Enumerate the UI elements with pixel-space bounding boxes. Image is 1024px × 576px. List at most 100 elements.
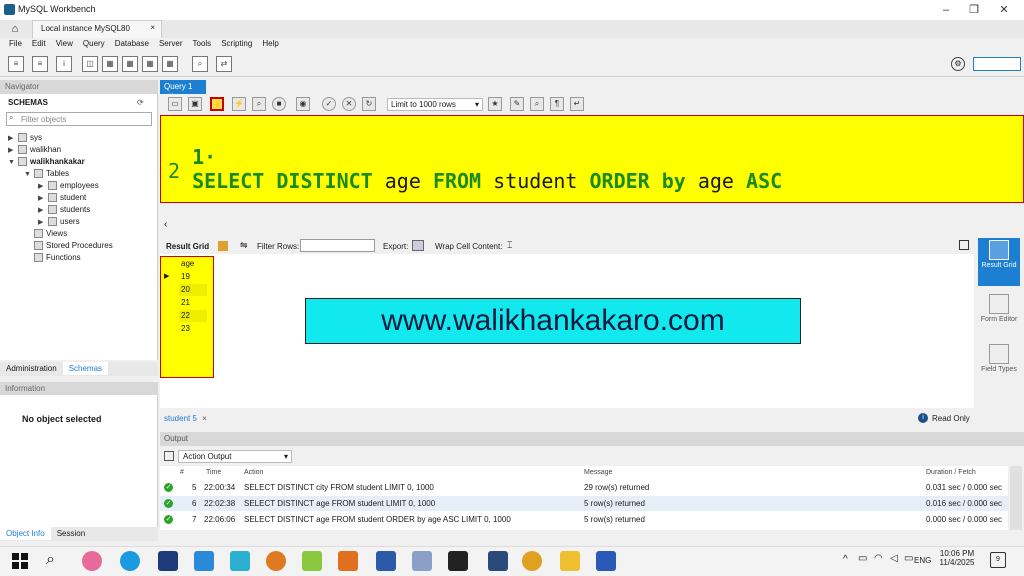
- open-sql-script-icon[interactable]: ≡: [32, 56, 48, 72]
- file-explorer-icon[interactable]: [560, 551, 580, 571]
- volume-icon[interactable]: ◁: [890, 553, 898, 564]
- field-types-button[interactable]: Field Types: [978, 342, 1020, 373]
- table-row[interactable]: 22: [179, 310, 207, 322]
- toggle-error-icon[interactable]: ◉: [296, 97, 310, 111]
- expand-icon[interactable]: ▶: [38, 206, 48, 214]
- minimize-button[interactable]: –: [932, 2, 960, 18]
- create-schema-icon[interactable]: ◫: [82, 56, 98, 72]
- table-students[interactable]: ▶ students: [38, 205, 90, 215]
- chevron-left-icon[interactable]: ‹: [164, 219, 167, 230]
- table-row[interactable]: ✓ 6 22:02:38 SELECT DISTINCT age FROM st…: [160, 496, 1008, 511]
- execute-icon[interactable]: ⚡: [210, 97, 224, 111]
- settings-icon[interactable]: ⚙: [951, 57, 965, 71]
- result-tab[interactable]: student 5 ×: [164, 414, 207, 423]
- notification-icon[interactable]: 9: [990, 552, 1006, 568]
- filter-objects-input[interactable]: Filter objects: [6, 112, 152, 126]
- menu-view[interactable]: View: [51, 38, 78, 52]
- menu-tools[interactable]: Tools: [188, 38, 217, 52]
- create-procedure-icon[interactable]: ▦: [142, 56, 158, 72]
- vegas-icon[interactable]: [158, 551, 178, 571]
- table-student[interactable]: ▶ student: [38, 193, 86, 203]
- table-employees[interactable]: ▶ employees: [38, 181, 99, 191]
- inspector-icon[interactable]: i: [56, 56, 72, 72]
- vscode-icon[interactable]: [194, 551, 214, 571]
- menu-help[interactable]: Help: [257, 38, 283, 52]
- schema-walikhankakar[interactable]: ▼ walikhankakar: [8, 157, 85, 167]
- functions-folder[interactable]: Functions: [34, 253, 81, 263]
- app-icon[interactable]: [230, 551, 250, 571]
- chrome-icon[interactable]: [522, 551, 542, 571]
- tab-administration[interactable]: Administration: [0, 362, 63, 375]
- output-type-select[interactable]: Action Output ▾: [178, 450, 292, 463]
- beautify-icon[interactable]: ✎: [510, 97, 524, 111]
- menu-file[interactable]: File: [4, 38, 27, 52]
- table-row[interactable]: ✓ 5 22:00:34 SELECT DISTINCT city FROM s…: [160, 480, 1008, 495]
- add-snippet-icon[interactable]: ★: [488, 97, 502, 111]
- powershell-icon[interactable]: [376, 551, 396, 571]
- home-icon[interactable]: ⌂: [4, 21, 26, 37]
- schema-sys[interactable]: ▶ sys: [8, 133, 42, 143]
- auto-commit-icon[interactable]: ↻: [362, 97, 376, 111]
- reconnect-icon[interactable]: ⇄: [216, 56, 232, 72]
- table-users[interactable]: ▶ users: [38, 217, 80, 227]
- wrap-cell-icon[interactable]: ⌶: [507, 240, 512, 251]
- tab-query-1[interactable]: Query 1 ×: [160, 80, 206, 100]
- output-scrollbar[interactable]: [1010, 466, 1022, 530]
- firefox-icon[interactable]: [266, 551, 286, 571]
- layout-toggle-icon[interactable]: [973, 57, 1021, 71]
- create-function-icon[interactable]: ▦: [162, 56, 178, 72]
- expand-icon[interactable]: ▶: [8, 146, 18, 154]
- grid-icon[interactable]: [218, 241, 228, 251]
- windows-start-icon[interactable]: [12, 553, 28, 569]
- tab-session[interactable]: Session: [51, 527, 91, 540]
- stop-icon[interactable]: ■: [272, 97, 286, 111]
- network-icon[interactable]: ▭: [858, 553, 867, 564]
- search-table-data-icon[interactable]: ⌕: [192, 56, 208, 72]
- word-icon[interactable]: [596, 551, 616, 571]
- close-icon[interactable]: ×: [150, 23, 155, 32]
- edge-icon[interactable]: [120, 551, 140, 571]
- close-button[interactable]: ✕: [990, 2, 1018, 18]
- menu-query[interactable]: Query: [78, 38, 110, 52]
- limit-rows-select[interactable]: Limit to 1000 rows ▾: [387, 98, 483, 111]
- table-row[interactable]: 23: [179, 323, 207, 335]
- result-grid-button[interactable]: Result Grid: [978, 238, 1020, 286]
- app-icon[interactable]: [412, 551, 432, 571]
- copy-icon[interactable]: [164, 451, 174, 461]
- search-icon[interactable]: ⌕: [46, 551, 55, 569]
- table-row[interactable]: 20: [179, 284, 207, 296]
- save-icon[interactable]: ▣: [188, 97, 202, 111]
- expand-icon[interactable]: ▶: [38, 218, 48, 226]
- menu-scripting[interactable]: Scripting: [216, 38, 257, 52]
- menu-database[interactable]: Database: [110, 38, 154, 52]
- menu-edit[interactable]: Edit: [27, 38, 51, 52]
- views-folder[interactable]: Views: [34, 229, 67, 239]
- table-row[interactable]: 19: [179, 271, 207, 283]
- menu-server[interactable]: Server: [154, 38, 188, 52]
- expand-icon[interactable]: ▶: [8, 134, 18, 142]
- schema-walikhan[interactable]: ▶ walikhan: [8, 145, 61, 155]
- invisible-chars-icon[interactable]: ¶: [550, 97, 564, 111]
- new-sql-tab-icon[interactable]: ≡: [8, 56, 24, 72]
- tab-schemas[interactable]: Schemas: [62, 362, 109, 375]
- tab-object-info[interactable]: Object Info: [0, 527, 51, 540]
- table-row[interactable]: 21: [179, 297, 207, 309]
- stored-procedures-folder[interactable]: Stored Procedures: [34, 241, 113, 251]
- find-icon[interactable]: ⌕: [530, 97, 544, 111]
- wrap-lines-icon[interactable]: ↵: [570, 97, 584, 111]
- create-table-icon[interactable]: ▦: [102, 56, 118, 72]
- restore-button[interactable]: ❐: [960, 2, 988, 18]
- create-view-icon[interactable]: ▦: [122, 56, 138, 72]
- close-icon[interactable]: ×: [202, 414, 207, 423]
- language-label[interactable]: ENG: [914, 556, 931, 565]
- terminal-icon[interactable]: [448, 551, 468, 571]
- form-editor-button[interactable]: Form Editor: [978, 292, 1020, 323]
- xampp-icon[interactable]: [338, 551, 358, 571]
- clock[interactable]: 10:06 PM 11/4/2025: [934, 549, 980, 567]
- result-grid[interactable]: age ▶ 19 20 21 22 23: [160, 256, 214, 378]
- copilot-icon[interactable]: [82, 551, 102, 571]
- rollback-icon[interactable]: ✕: [342, 97, 356, 111]
- collapse-icon[interactable]: ▼: [24, 171, 34, 178]
- mysql-workbench-icon[interactable]: [488, 551, 508, 571]
- expand-icon[interactable]: ▶: [38, 182, 48, 190]
